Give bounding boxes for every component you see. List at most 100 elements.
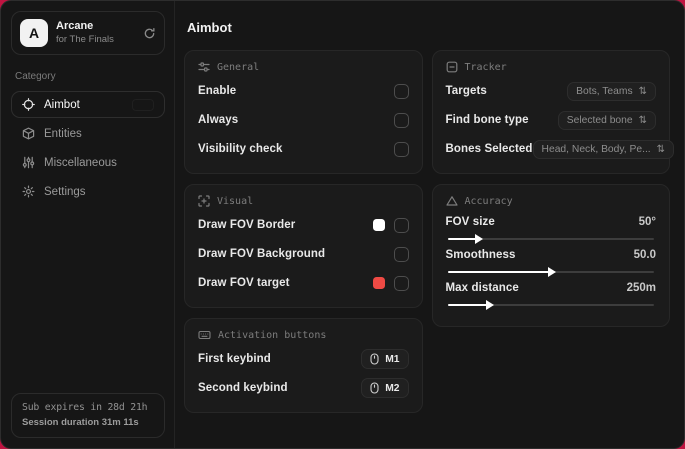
crosshair-icon [22, 98, 35, 111]
smoothness-slider-thumb[interactable] [547, 266, 556, 277]
smoothness-row: Smoothness 50.0 [446, 249, 657, 261]
first-keybind-label: First keybind [198, 353, 271, 365]
fov-size-value: 50° [638, 216, 656, 228]
sidebar-item-label: Aimbot [44, 98, 80, 111]
draw-fov-target-label: Draw FOV target [198, 277, 290, 289]
updown-icon: ⇅ [638, 85, 647, 97]
category-label: Category [15, 71, 56, 82]
always-row: Always [198, 109, 409, 131]
app-window: A Arcane for The Finals Category Aimbot … [0, 0, 685, 449]
draw-fov-border-row: Draw FOV Border [198, 214, 409, 236]
sync-icon[interactable] [143, 27, 156, 40]
sidebar-item-label: Entities [44, 127, 82, 140]
fov-border-color-swatch[interactable] [372, 219, 385, 231]
main-content: Aimbot General Enable Always Visibility … [175, 1, 684, 448]
max-distance-slider-thumb[interactable] [485, 299, 494, 310]
visibility-check-checkbox[interactable] [393, 141, 409, 157]
subscription-expiry: Sub expires in 28d 21h [22, 402, 148, 413]
mouse-icon [370, 382, 379, 394]
first-keybind-button[interactable]: M1 [361, 349, 409, 369]
fov-size-slider-fill [447, 233, 484, 244]
triangle-icon [445, 195, 458, 207]
enable-checkbox[interactable] [393, 83, 409, 99]
max-distance-slider-fill [447, 299, 494, 310]
enable-label: Enable [198, 85, 237, 97]
fov-size-label: FOV size [445, 216, 495, 228]
general-title: General [217, 61, 260, 73]
smoothness-value: 50.0 [633, 249, 656, 261]
max-distance-slider[interactable] [447, 299, 654, 310]
visual-card: Visual Draw FOV Border Draw FOV Backgrou… [184, 184, 423, 308]
bones-selected-row: Bones Selected Head, Neck, Body, Pe... ⇅ [445, 138, 675, 160]
draw-fov-border-label: Draw FOV Border [198, 219, 296, 231]
brand-logo: A [20, 19, 48, 47]
sidebar-item-settings[interactable]: Settings [11, 178, 165, 205]
brand-name: Arcane [56, 20, 94, 33]
targets-row: Targets Bots, Teams ⇅ [445, 80, 656, 102]
fov-size-slider[interactable] [447, 233, 654, 244]
tracker-card: Tracker Targets Bots, Teams ⇅ Find bone … [431, 50, 675, 174]
brand-box: A Arcane for The Finals [11, 11, 165, 55]
focus-plus-icon [198, 195, 210, 207]
sidebar-item-aimbot[interactable]: Aimbot [11, 91, 165, 118]
brand-subtitle: for The Finals [56, 33, 114, 45]
second-keybind-label: Second keybind [198, 382, 288, 394]
smoothness-label: Smoothness [445, 249, 516, 261]
gear-icon [22, 185, 35, 198]
smoothness-slider[interactable] [447, 266, 654, 277]
updown-icon: ⇅ [656, 143, 666, 155]
smoothness-slider-fill [447, 266, 556, 277]
draw-fov-target-row: Draw FOV target [198, 272, 409, 294]
visibility-check-label: Visibility check [198, 143, 283, 155]
tracker-title: Tracker [464, 61, 507, 73]
sidebar-item-miscellaneous[interactable]: Miscellaneous [11, 149, 165, 176]
max-distance-row: Max distance 250m [446, 282, 657, 294]
mouse-icon [370, 353, 379, 365]
targets-value: Bots, Teams [576, 85, 633, 97]
sidebar: A Arcane for The Finals Category Aimbot … [1, 1, 175, 448]
keyboard-icon [198, 329, 211, 341]
targets-dropdown[interactable]: Bots, Teams ⇅ [567, 81, 656, 101]
visual-title: Visual [217, 195, 254, 207]
general-sliders-icon [198, 61, 210, 73]
second-keybind-value: M2 [385, 382, 400, 394]
max-distance-value: 250m [626, 282, 656, 294]
bones-selected-dropdown[interactable]: Head, Neck, Body, Pe... ⇅ [532, 139, 675, 159]
fov-target-color-swatch[interactable] [372, 277, 385, 289]
cube-icon [22, 127, 35, 140]
accuracy-title: Accuracy [464, 195, 513, 207]
first-keybind-value: M1 [385, 353, 400, 365]
accuracy-card: Accuracy FOV size 50° Smoothness 50.0 Ma… [431, 184, 670, 327]
activation-card: Activation buttons First keybind M1 Seco… [184, 318, 423, 413]
sidebar-item-label: Settings [44, 185, 86, 198]
find-bone-type-row: Find bone type Selected bone ⇅ [445, 109, 656, 131]
desktop-backdrop: A Arcane for The Finals Category Aimbot … [0, 0, 685, 449]
session-duration: Session duration 31m 11s [22, 417, 139, 428]
updown-icon: ⇅ [638, 114, 647, 126]
page-title: Aimbot [187, 20, 232, 35]
fov-size-slider-thumb[interactable] [475, 233, 484, 244]
second-keybind-row: Second keybind M2 [198, 377, 409, 399]
visibility-check-row: Visibility check [198, 138, 409, 160]
draw-fov-background-checkbox[interactable] [393, 246, 409, 262]
bones-selected-label: Bones Selected [445, 143, 533, 155]
general-card: General Enable Always Visibility check [184, 50, 423, 174]
always-label: Always [198, 114, 239, 126]
draw-fov-target-checkbox[interactable] [393, 275, 409, 291]
first-keybind-row: First keybind M1 [198, 348, 409, 370]
square-minus-icon [446, 61, 458, 73]
enable-row: Enable [198, 80, 409, 102]
aimbot-item-hint [132, 98, 154, 111]
bones-selected-value: Head, Neck, Body, Pe... [541, 143, 651, 155]
sidebar-item-entities[interactable]: Entities [11, 120, 165, 147]
fov-size-row: FOV size 50° [446, 216, 657, 228]
sidebar-item-label: Miscellaneous [44, 156, 117, 169]
targets-label: Targets [445, 85, 487, 97]
find-bone-type-value: Selected bone [566, 114, 633, 126]
draw-fov-background-row: Draw FOV Background [198, 243, 409, 265]
find-bone-type-dropdown[interactable]: Selected bone ⇅ [557, 110, 656, 130]
second-keybind-button[interactable]: M2 [361, 378, 409, 398]
find-bone-type-label: Find bone type [445, 114, 529, 126]
always-checkbox[interactable] [393, 112, 409, 128]
draw-fov-border-checkbox[interactable] [393, 217, 409, 233]
